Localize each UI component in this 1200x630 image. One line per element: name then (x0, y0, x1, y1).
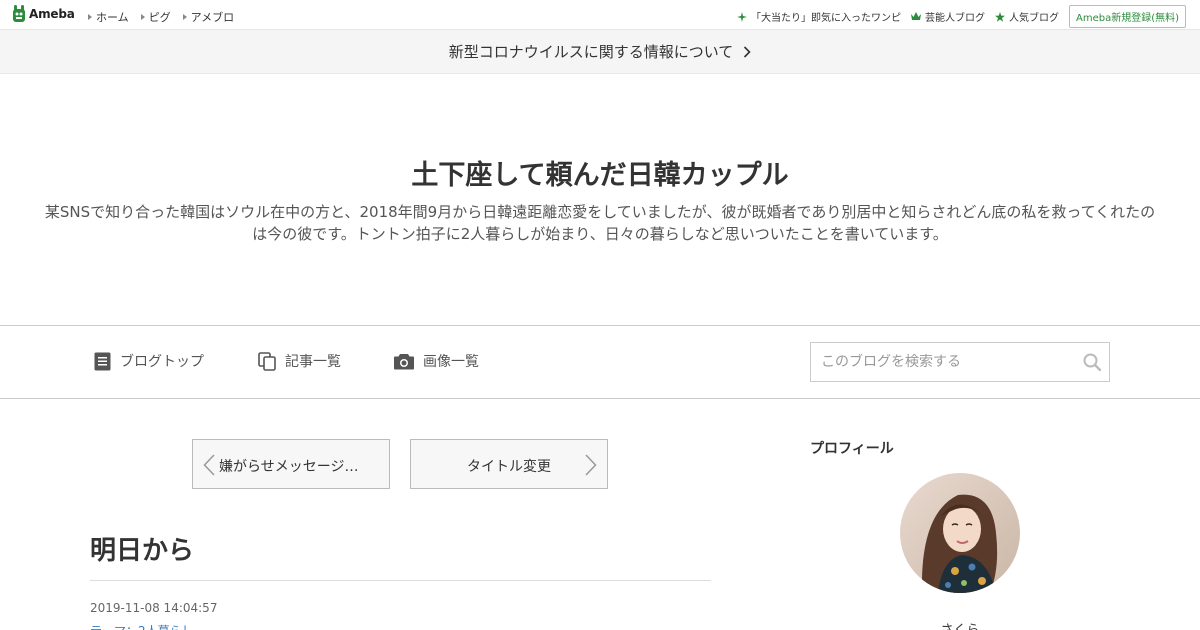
global-nav: ホーム ピグ アメブロ (88, 9, 234, 25)
popular-blog-link[interactable]: 人気ブログ (994, 9, 1059, 24)
profile-avatar[interactable] (900, 473, 1020, 593)
star-icon (994, 11, 1005, 22)
profile-heading: プロフィール (810, 441, 894, 457)
blog-title[interactable]: 土下座して頼んだ日韓カップル (0, 153, 1200, 192)
ameba-logo-icon (13, 5, 25, 22)
document-icon (94, 352, 111, 370)
ameba-logo[interactable]: Ameba (12, 5, 75, 23)
promo-link-label: 「大当たり」即気に入ったワンピ (750, 13, 901, 24)
nav-ameblo[interactable]: アメブロ (182, 9, 235, 25)
popular-blog-label: 人気ブログ (1008, 13, 1059, 24)
article-title[interactable]: 明日から (90, 530, 194, 567)
chevron-right-icon (585, 454, 597, 476)
sparkle-icon (736, 11, 747, 22)
avatar-image (900, 473, 1020, 593)
article-theme-link[interactable]: テーマ：2人暮らし (90, 622, 194, 630)
copy-icon (258, 351, 276, 371)
header-links: 「大当たり」即気に入ったワンピ 芸能人ブログ 人気ブログ Ameba新規登録(無… (736, 5, 1186, 28)
global-header: Ameba ホーム ピグ アメブロ 「大当たり」即気に入ったワンピ 芸能人ブログ… (0, 0, 1200, 30)
nav-ameblo-label: アメブロ (190, 11, 235, 24)
nav-article-list[interactable]: 記事一覧 (258, 351, 341, 371)
search-input[interactable] (811, 343, 1076, 381)
logo-text: Ameba (29, 7, 75, 21)
covid-notice-link[interactable]: 新型コロナウイルスに関する情報について (0, 30, 1200, 74)
promo-link[interactable]: 「大当たり」即気に入ったワンピ (736, 9, 901, 24)
nav-home[interactable]: ホーム (88, 9, 129, 25)
celebrity-blog-label: 芸能人ブログ (924, 13, 985, 24)
signup-button[interactable]: Ameba新規登録(無料) (1068, 5, 1186, 28)
chevron-right-icon (744, 45, 751, 58)
profile-name[interactable]: さくら (900, 619, 1020, 630)
article-date: 2019-11-08 14:04:57 (90, 601, 218, 615)
triangle-right-icon (140, 14, 145, 20)
notice-text: 新型コロナウイルスに関する情報について (448, 43, 734, 61)
triangle-right-icon (88, 14, 92, 20)
celebrity-blog-link[interactable]: 芸能人ブログ (910, 9, 985, 24)
search-icon[interactable] (1083, 353, 1101, 371)
prev-article-button[interactable]: 嫌がらせメッセージ… (192, 439, 390, 489)
triangle-right-icon (182, 14, 187, 20)
camera-icon (394, 353, 414, 369)
nav-blog-top[interactable]: ブログトップ (94, 351, 204, 371)
article-divider (90, 580, 711, 581)
next-article-button[interactable]: タイトル変更 (410, 439, 608, 489)
nav-blog-top-label: ブログトップ (120, 354, 204, 370)
chevron-left-icon (203, 454, 215, 476)
nav-article-list-label: 記事一覧 (285, 354, 341, 370)
prev-article-label: 嫌がらせメッセージ… (219, 459, 359, 475)
crown-icon (910, 12, 921, 20)
nav-pigg[interactable]: ピグ (140, 9, 171, 25)
blog-search-box (810, 342, 1110, 382)
nav-image-list[interactable]: 画像一覧 (394, 351, 479, 371)
blog-nav: ブログトップ 記事一覧 画像一覧 (0, 325, 1200, 399)
blog-description: 某SNSで知り合った韓国はソウル在中の方と、2018年間9月から日韓遠距離恋愛を… (44, 203, 1156, 243)
nav-image-list-label: 画像一覧 (423, 354, 479, 370)
nav-home-label: ホーム (96, 11, 129, 24)
nav-pigg-label: ピグ (148, 11, 171, 24)
next-article-label: タイトル変更 (467, 459, 551, 475)
